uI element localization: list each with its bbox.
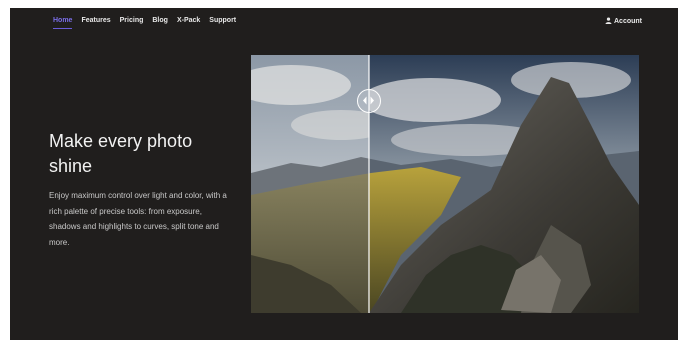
nav-item-blog[interactable]: Blog xyxy=(152,17,168,24)
mountain-photo xyxy=(251,55,639,313)
nav-item-home[interactable]: Home xyxy=(53,17,73,29)
nav-item-support[interactable]: Support xyxy=(209,17,236,24)
nav-item-x-pack[interactable]: X-Pack xyxy=(177,17,200,24)
top-navigation: Home Features Pricing Blog X-Pack Suppor… xyxy=(10,8,678,36)
hero-description: Enjoy maximum control over light and col… xyxy=(49,191,227,247)
comparison-slider-handle[interactable] xyxy=(357,89,381,113)
before-after-image-comparison[interactable] xyxy=(251,55,639,313)
nav-item-pricing[interactable]: Pricing xyxy=(120,17,144,24)
account-label: Account xyxy=(614,18,642,25)
account-link[interactable]: Account xyxy=(605,17,642,26)
hero-title: Make every photo shine xyxy=(49,131,193,176)
user-icon xyxy=(605,17,614,26)
page-frame: Home Features Pricing Blog X-Pack Suppor… xyxy=(10,8,678,340)
nav-item-features[interactable]: Features xyxy=(81,17,110,24)
nav-links: Home Features Pricing Blog X-Pack Suppor… xyxy=(53,17,245,29)
